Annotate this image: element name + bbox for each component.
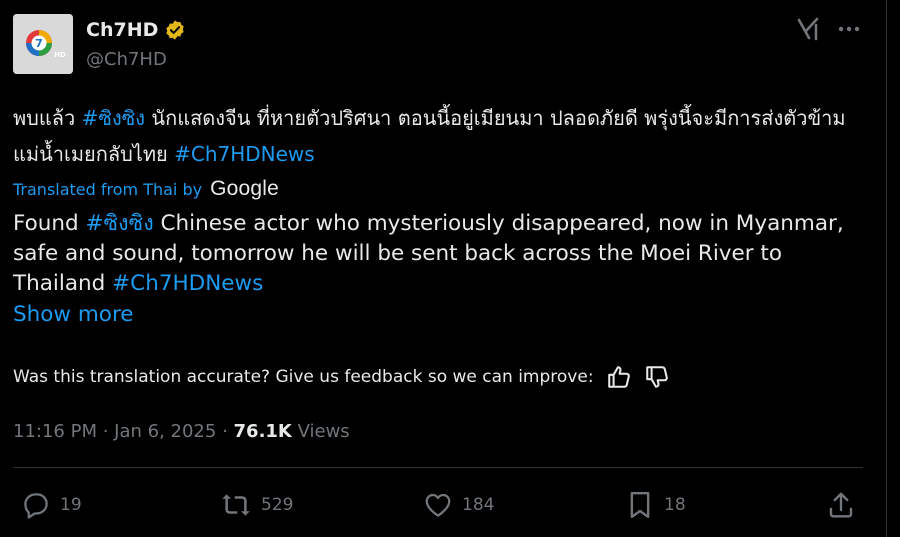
hashtag-link[interactable]: #ซิงซิง <box>86 211 154 236</box>
svg-text:7: 7 <box>35 37 43 50</box>
repost-icon <box>222 494 250 516</box>
svg-text:HD: HD <box>54 51 66 59</box>
feedback-prompt: Was this translation accurate? Give us f… <box>13 367 594 387</box>
grok-icon[interactable] <box>796 16 822 42</box>
translation-feedback: Was this translation accurate? Give us f… <box>13 364 670 390</box>
repost-button[interactable]: 529 <box>220 490 293 520</box>
translation-label[interactable]: Translated from Thai by <box>13 180 202 199</box>
verified-badge-icon[interactable] <box>164 19 186 41</box>
translation-attribution[interactable]: Translated from Thai by Google <box>13 176 279 202</box>
tweet-detail: 7 HD Ch7HD @Ch7HD พบแล้ว #ซิงซิง นักแสดง… <box>0 0 900 537</box>
thumbs-down-icon[interactable] <box>644 364 670 390</box>
bookmark-count: 18 <box>664 495 686 515</box>
tweet-time[interactable]: 11:16 PM <box>13 421 97 442</box>
divider <box>13 467 863 468</box>
avatar[interactable]: 7 HD <box>13 14 73 74</box>
google-logo: Google <box>210 177 280 200</box>
hashtag-link[interactable]: #Ch7HDNews <box>174 142 315 166</box>
tweet-meta: 11:16 PM · Jan 6, 2025 · 76.1K Views <box>13 417 350 445</box>
handle[interactable]: @Ch7HD <box>86 49 167 70</box>
share-icon <box>829 492 853 518</box>
hashtag-link[interactable]: #Ch7HDNews <box>112 271 263 296</box>
display-name-text[interactable]: Ch7HD <box>86 19 158 41</box>
more-icon[interactable] <box>836 18 862 40</box>
like-icon <box>425 493 451 517</box>
like-button[interactable]: 184 <box>423 490 494 520</box>
tweet-date[interactable]: Jan 6, 2025 <box>114 421 216 442</box>
reply-count: 19 <box>60 495 82 515</box>
share-button[interactable] <box>826 490 856 520</box>
bookmark-icon <box>630 491 650 519</box>
meta-separator: · <box>216 420 234 442</box>
reply-icon <box>24 493 48 519</box>
thumbs-up-icon[interactable] <box>606 364 632 390</box>
channel-logo: 7 HD <box>13 14 73 74</box>
translated-text: Found #ซิงซิง Chinese actor who mysterio… <box>13 209 873 299</box>
show-more-link[interactable]: Show more <box>13 300 134 330</box>
column-border <box>886 0 887 537</box>
repost-count: 529 <box>261 495 294 515</box>
display-name[interactable]: Ch7HD <box>86 17 186 43</box>
hashtag-link[interactable]: #ซิงซิง <box>82 106 145 130</box>
like-count: 184 <box>462 495 495 515</box>
translated-text-segment: Found <box>13 211 86 236</box>
views-count[interactable]: 76.1K <box>234 421 292 442</box>
reply-button[interactable]: 19 <box>21 490 82 520</box>
tweet-text: พบแล้ว #ซิงซิง นักแสดงจีน ที่หายตัวปริศน… <box>13 100 873 172</box>
views-label: Views <box>291 420 350 442</box>
meta-separator: · <box>96 420 115 442</box>
tweet-text-segment: พบแล้ว <box>13 106 82 130</box>
bookmark-button[interactable]: 18 <box>625 490 686 520</box>
